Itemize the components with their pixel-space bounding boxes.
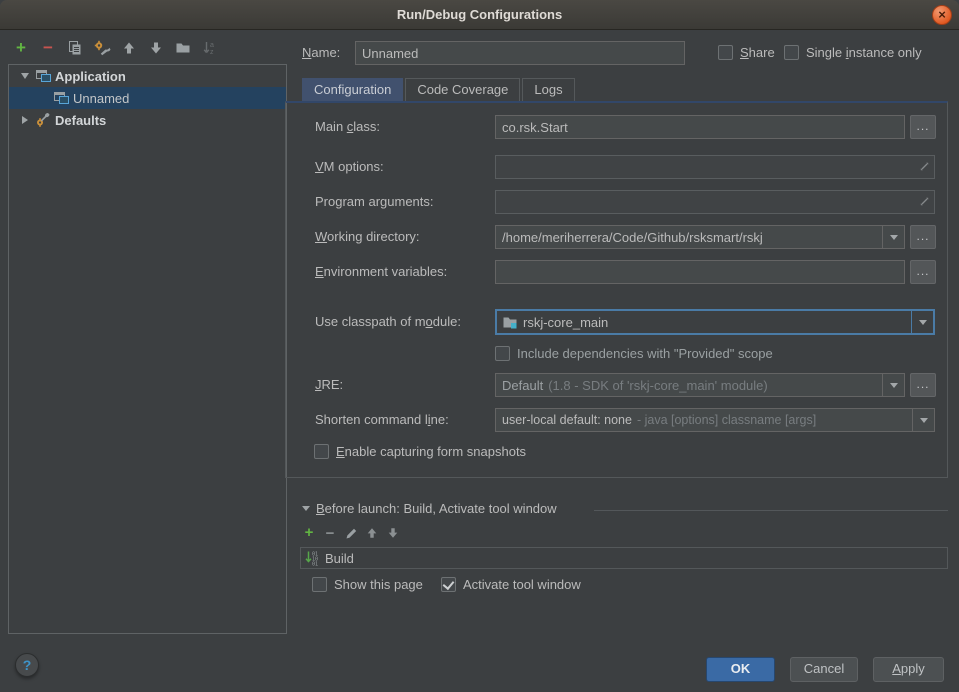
before-launch-label: Before launch: Build, Activate tool wind… (316, 501, 557, 516)
activate-tool-window-checkbox[interactable] (441, 577, 456, 592)
tree-item-application[interactable]: Application (9, 65, 286, 87)
jre-value-detail: (1.8 - SDK of 'rskj-core_main' module) (548, 378, 768, 393)
dropdown-arrow-icon[interactable] (882, 226, 904, 248)
collapse-section-icon[interactable] (302, 506, 310, 511)
help-icon[interactable]: ? (15, 653, 39, 677)
move-task-up-icon[interactable] (365, 526, 379, 540)
shorten-command-line-value: user-local default: none (502, 413, 632, 427)
share-checkbox[interactable] (718, 45, 733, 60)
configurations-tree: Application Unnamed Defaults (8, 64, 287, 634)
remove-icon[interactable]: − (39, 39, 57, 57)
move-up-icon[interactable] (120, 39, 138, 57)
dropdown-arrow-icon[interactable] (912, 409, 934, 431)
environment-variables-browse-button[interactable]: ... (910, 260, 936, 284)
edit-task-icon[interactable] (344, 526, 358, 540)
show-this-page-checkbox[interactable] (312, 577, 327, 592)
add-task-icon[interactable]: + (302, 526, 316, 540)
vm-options-label: VM options: (315, 155, 384, 179)
jre-value: Default (502, 378, 543, 393)
move-down-icon[interactable] (147, 39, 165, 57)
capture-snapshots-checkbox[interactable] (314, 444, 329, 459)
main-class-label: Main class: (315, 115, 380, 139)
tab-bar: Configuration Code Coverage Logs (302, 78, 577, 101)
main-class-browse-button[interactable]: ... (910, 115, 936, 139)
expand-collapse-icon[interactable] (22, 116, 28, 124)
tab-code-coverage[interactable]: Code Coverage (405, 78, 520, 101)
apply-button[interactable]: Apply (873, 657, 944, 682)
share-label: Share (740, 44, 775, 61)
before-launch-task-list: 01 10 01 Build (300, 547, 948, 569)
window-title: Run/Debug Configurations (0, 0, 959, 29)
tree-item-label: Unnamed (73, 91, 129, 106)
include-provided-label: Include dependencies with "Provided" sco… (517, 345, 773, 362)
show-this-page-label: Show this page (334, 576, 423, 593)
dropdown-arrow-icon[interactable] (882, 374, 904, 396)
before-launch-toolbar: + − (302, 526, 400, 540)
tree-item-defaults[interactable]: Defaults (9, 109, 286, 131)
expand-collapse-icon[interactable] (21, 73, 29, 79)
environment-variables-input[interactable] (495, 260, 905, 284)
module-classpath-value: rskj-core_main (523, 315, 608, 330)
cancel-button[interactable]: Cancel (790, 657, 858, 682)
dropdown-arrow-icon[interactable] (911, 311, 933, 333)
working-directory-browse-button[interactable]: ... (910, 225, 936, 249)
tree-item-label: Defaults (55, 113, 106, 128)
module-classpath-combo[interactable]: rskj-core_main (495, 309, 935, 335)
working-directory-value: /home/meriherrera/Code/Github/rsksmart/r… (502, 230, 763, 245)
expand-field-icon[interactable] (918, 195, 931, 208)
use-classpath-label: Use classpath of module: (315, 310, 461, 334)
before-launch-header[interactable]: Before launch: Build, Activate tool wind… (302, 501, 557, 516)
shorten-command-line-combo[interactable]: user-local default: none - java [options… (495, 408, 935, 432)
move-task-down-icon[interactable] (386, 526, 400, 540)
svg-text:z: z (210, 49, 214, 56)
shorten-command-line-label: Shorten command line: (315, 408, 449, 432)
svg-text:01: 01 (312, 562, 318, 567)
close-icon[interactable]: × (932, 5, 952, 25)
program-arguments-input[interactable] (495, 190, 935, 214)
application-icon (53, 90, 70, 106)
titlebar: Run/Debug Configurations × (0, 0, 959, 30)
working-directory-combo[interactable]: /home/meriherrera/Code/Github/rsksmart/r… (495, 225, 905, 249)
add-icon[interactable]: + (12, 39, 30, 57)
expand-field-icon[interactable] (918, 160, 931, 173)
task-label[interactable]: Build (325, 551, 354, 566)
name-label: Name: (302, 41, 340, 65)
name-input[interactable] (355, 41, 685, 65)
environment-variables-label: Environment variables: (315, 260, 447, 284)
tree-item-unnamed[interactable]: Unnamed (9, 87, 286, 109)
jre-browse-button[interactable]: ... (910, 373, 936, 397)
include-provided-checkbox[interactable] (495, 346, 510, 361)
program-arguments-label: Program arguments: (315, 190, 434, 214)
tab-logs[interactable]: Logs (522, 78, 574, 101)
section-separator (594, 510, 948, 511)
ok-button[interactable]: OK (706, 657, 775, 682)
copy-icon[interactable] (66, 39, 84, 57)
settings-wrench-icon (35, 112, 52, 128)
tree-item-label: Application (55, 69, 126, 84)
application-icon (35, 68, 52, 84)
run-debug-configurations-dialog: { "window": { "title": "Run/Debug Config… (0, 0, 959, 692)
vm-options-input[interactable] (495, 155, 935, 179)
tab-configuration[interactable]: Configuration (302, 78, 403, 101)
svg-text:a: a (210, 42, 214, 49)
shorten-command-line-detail: - java [options] classname [args] (637, 413, 816, 427)
compile-icon: 01 10 01 (305, 550, 321, 566)
activate-tool-window-label: Activate tool window (463, 576, 581, 593)
module-icon (502, 315, 518, 330)
jre-label: JRE: (315, 373, 343, 397)
single-instance-checkbox[interactable] (784, 45, 799, 60)
capture-snapshots-label: Enable capturing form snapshots (336, 443, 526, 460)
single-instance-label: Single instance only (806, 44, 922, 61)
edit-defaults-wrench-icon[interactable] (93, 39, 111, 57)
main-class-input[interactable] (495, 115, 905, 139)
new-folder-icon[interactable] (174, 39, 192, 57)
configurations-toolbar: + − az (12, 39, 219, 57)
working-directory-label: Working directory: (315, 225, 420, 249)
jre-combo[interactable]: Default (1.8 - SDK of 'rskj-core_main' m… (495, 373, 905, 397)
remove-task-icon[interactable]: − (323, 526, 337, 540)
sort-alphabetically-icon[interactable]: az (201, 39, 219, 57)
